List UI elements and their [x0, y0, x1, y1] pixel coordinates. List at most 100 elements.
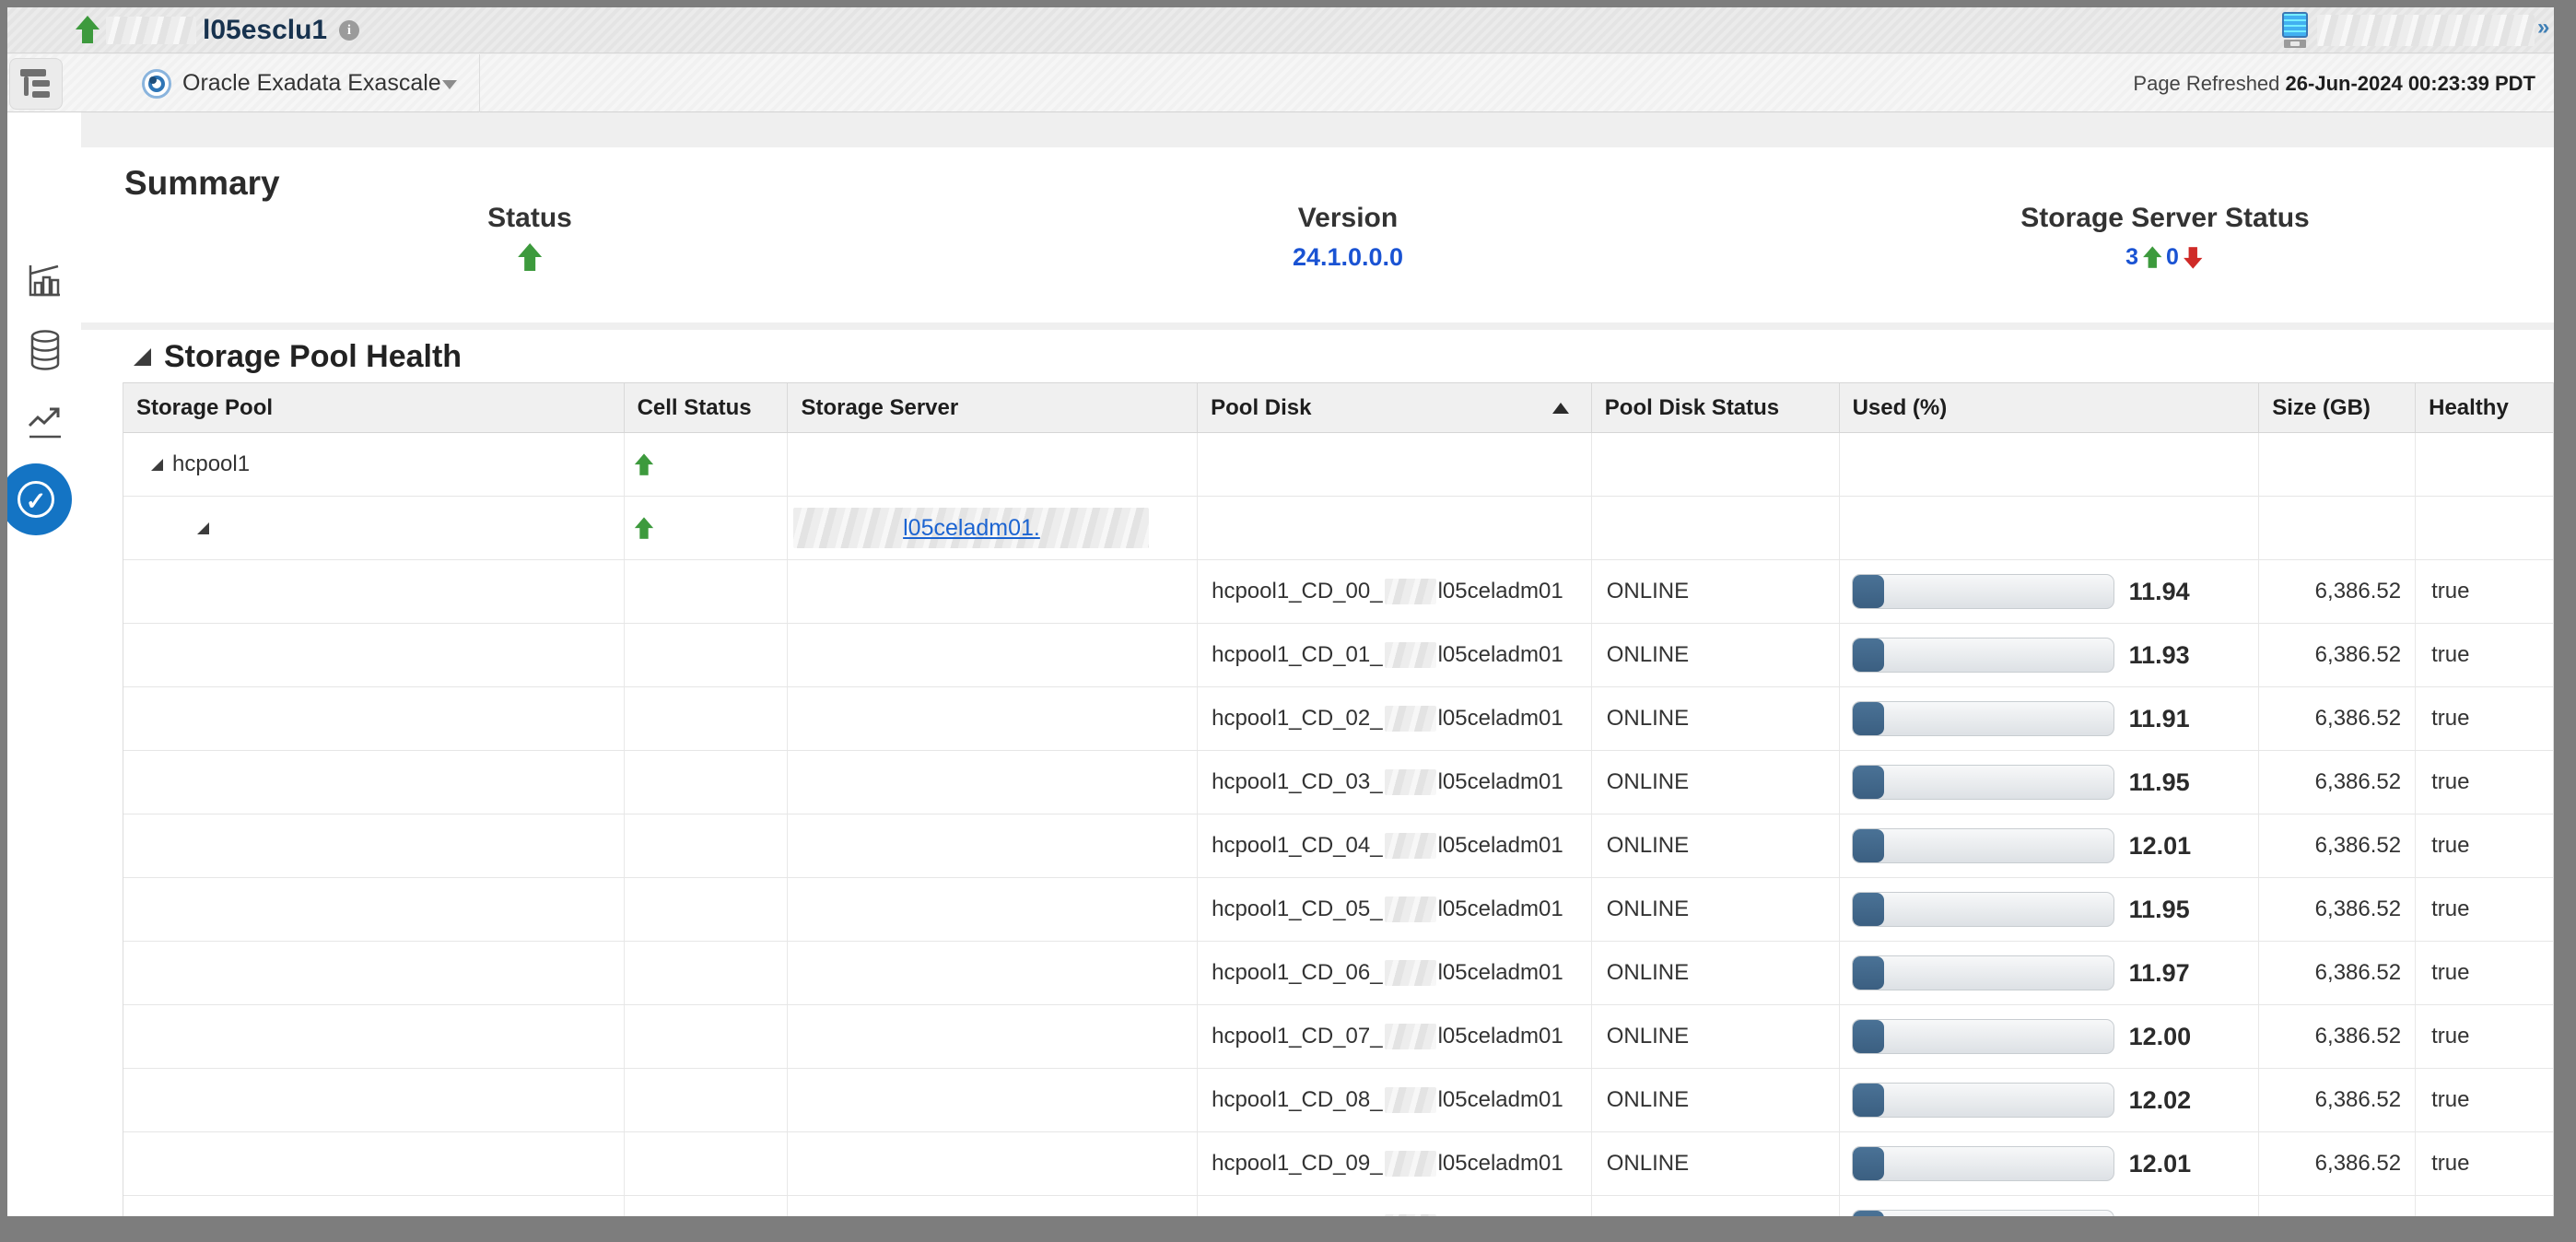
bar-chart-icon[interactable]	[28, 263, 63, 298]
redacted-text	[1385, 896, 1436, 922]
storage-pool-table: Storage Pool Cell Status Storage Server Poo…	[123, 382, 2554, 1216]
size-gb-cell: 6,386.52	[2259, 1005, 2416, 1068]
chevron-down-icon[interactable]	[442, 80, 457, 89]
disk-row: hcpool1_CD_00_l05celadm01ONLINE11.946,38…	[123, 560, 2553, 624]
redacted-text	[1385, 1024, 1436, 1049]
pool-disk-prefix: hcpool1_CD_05_	[1212, 896, 1382, 922]
healthy-cell: true	[2416, 751, 2553, 814]
used-progress-fill	[1853, 575, 1884, 608]
used-progress-fill	[1853, 702, 1884, 735]
pool-disk-cell: hcpool1_CD_02_l05celadm01	[1198, 687, 1592, 750]
size-gb-cell: 6,386.52	[2259, 751, 2416, 814]
cell-status-cell	[625, 878, 789, 941]
storage-server-status-stat: Storage Server Status 3 0	[2020, 203, 2309, 272]
pool-disk-suffix: l05celadm01	[1438, 579, 1563, 604]
tree-menu-icon	[20, 69, 52, 100]
size-gb-cell: 6,386.52	[2259, 560, 2416, 623]
storage-pool-cell	[123, 1069, 625, 1131]
redacted-text	[2317, 15, 2535, 46]
nav-chevron-icon[interactable]: »	[2537, 15, 2547, 41]
up-count-link[interactable]: 3	[2125, 244, 2138, 271]
disk-row: hcpool1_CD_06_l05celadm01ONLINE11.976,38…	[123, 942, 2553, 1005]
down-count-link[interactable]: 0	[2166, 244, 2179, 271]
target-type-menu[interactable]: Oracle Exadata Exascale	[182, 54, 441, 112]
pool-disk-cell: hcpool1_CD_07_ l05celadm01	[1198, 1005, 1592, 1068]
top-target-bar: l05esclu1 i »	[7, 7, 2554, 53]
column-header-pool-disk[interactable]: Pool Disk	[1198, 383, 1592, 432]
storage-pool-health-panel: Storage Pool Health Storage Pool Cell Sta…	[81, 330, 2554, 1216]
column-header-healthy[interactable]: Healthy	[2416, 383, 2553, 432]
pool-disk-suffix: l05celadm01	[1438, 706, 1563, 732]
size-gb-cell: 6,386.52	[2259, 814, 2416, 877]
database-icon[interactable]	[29, 330, 62, 370]
healthy-cell: true	[2416, 878, 2553, 941]
healthy-cell: true	[2416, 560, 2553, 623]
pool-disk-prefix: hcpool1_CD_07_	[1212, 1024, 1382, 1049]
cell-status-cell	[625, 624, 789, 686]
pool-disk-suffix: l05celadm01	[1438, 1151, 1563, 1177]
pool-disk-prefix: hcpool1_CD_01_	[1212, 642, 1382, 668]
used-pct-cell: 11.97	[1840, 942, 2260, 1004]
column-header-size-gb-[interactable]: Size (GB)	[2259, 383, 2416, 432]
storage-pool-cell	[123, 942, 625, 1004]
cell-status-cell	[625, 814, 789, 877]
expand-collapse-icon[interactable]	[197, 522, 209, 534]
column-header-label: Storage Server	[801, 395, 958, 421]
used-progress-fill	[1853, 1147, 1884, 1180]
column-header-used-[interactable]: Used (%)	[1840, 383, 2260, 432]
column-header-storage-server[interactable]: Storage Server	[788, 383, 1198, 432]
storage-server-cell	[788, 560, 1198, 623]
storage-server-link[interactable]: l05celadm01.	[903, 515, 1040, 542]
pool-disk-suffix: l05celadm01	[1438, 642, 1563, 668]
info-icon[interactable]: i	[339, 20, 359, 41]
disk-row: hcpool1_CD_02_l05celadm01ONLINE11.916,38…	[123, 687, 2553, 751]
cell-status-up-icon	[634, 453, 652, 475]
pool-name: hcpool1	[172, 451, 250, 477]
target-menu-button[interactable]	[9, 58, 63, 110]
used-pct-cell: 12.01	[1840, 1132, 2260, 1195]
version-label: Version	[1293, 203, 1403, 234]
pool-disk-status-cell: ONLINE	[1592, 1005, 1840, 1068]
version-stat: Version 24.1.0.0.0	[1293, 203, 1403, 272]
pool-disk-suffix: l05celadm01	[1438, 1087, 1563, 1113]
column-header-storage-pool[interactable]: Storage Pool	[123, 383, 625, 432]
pool-disk-status-cell: ONLINE	[1592, 560, 1840, 623]
healthy-cell: true	[2416, 1069, 2553, 1131]
context-toolbar: Oracle Exadata Exascale Page Refreshed 2…	[7, 54, 2554, 112]
column-header-cell-status[interactable]: Cell Status	[625, 383, 789, 432]
pool-disk-prefix: hcpool1_CD_00_	[1212, 579, 1382, 604]
left-icon-sidebar: ✓	[7, 112, 81, 1216]
expand-collapse-icon[interactable]	[151, 459, 163, 471]
pool-disk-status-cell: ONLINE	[1592, 624, 1840, 686]
trend-line-icon[interactable]	[28, 404, 63, 440]
redacted-text	[1385, 960, 1436, 986]
storage-pool-cell	[123, 560, 625, 623]
pool-disk-status-cell: ONLINE	[1592, 1132, 1840, 1195]
pool-disk-status-cell: ONLINE	[1592, 751, 1840, 814]
used-value: 12.01	[2129, 1150, 2192, 1178]
healthy-cell: true	[2416, 1005, 2553, 1068]
summary-panel: Summary Status Version 24.1.0.0.0 Storag…	[81, 147, 2554, 322]
section-title: Storage Pool Health	[164, 339, 462, 375]
used-progress-bar	[1852, 892, 2114, 927]
column-header-pool-disk-status[interactable]: Pool Disk Status	[1592, 383, 1840, 432]
pool-disk-suffix: l05celadm01	[1438, 769, 1563, 795]
pool-disk-suffix: l05celadm01	[1438, 1024, 1563, 1049]
pool-disk-cell: hcpool1_CD_10_l05celadm01	[1198, 1196, 1592, 1216]
health-check-selected-icon[interactable]: ✓	[7, 463, 72, 535]
sort-ascending-icon[interactable]	[1552, 403, 1569, 414]
used-value: 12.02	[2129, 1086, 2192, 1115]
used-value: 12.01	[2129, 832, 2192, 861]
used-progress-bar	[1852, 1210, 2114, 1216]
redacted-text	[1385, 1087, 1436, 1113]
column-header-label: Used (%)	[1853, 395, 1948, 421]
column-header-label: Storage Pool	[136, 395, 273, 421]
used-progress-fill	[1853, 893, 1884, 926]
storage-server-icon	[2282, 12, 2308, 49]
storage-pool-cell	[123, 751, 625, 814]
page-refreshed-time: 26-Jun-2024 00:23:39 PDT	[2286, 72, 2535, 95]
pool-disk-name: hcpool1_CD_09_l05celadm01	[1212, 1151, 1563, 1177]
disk-row: hcpool1_CD_09_l05celadm01ONLINE12.016,38…	[123, 1132, 2553, 1196]
section-collapse-icon[interactable]	[134, 348, 151, 366]
storage-server-cell	[788, 814, 1198, 877]
